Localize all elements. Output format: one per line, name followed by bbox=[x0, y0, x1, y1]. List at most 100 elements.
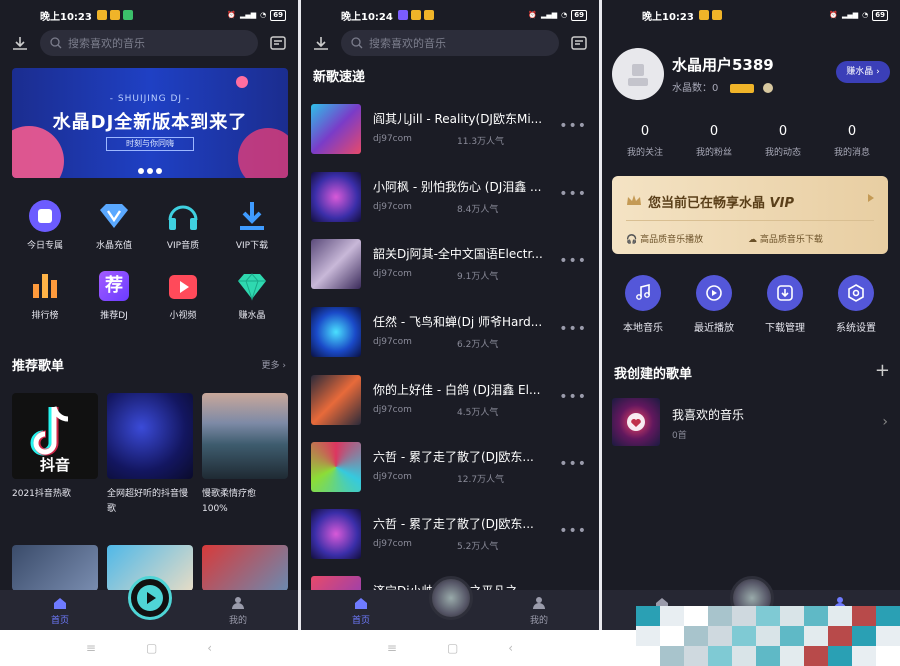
playlist-tile[interactable] bbox=[12, 545, 98, 591]
crown-icon bbox=[627, 195, 641, 205]
crystal-count: 水晶数：0 bbox=[672, 79, 773, 94]
stat-follow[interactable]: 0 我的关注 bbox=[610, 124, 680, 158]
avatar[interactable] bbox=[612, 48, 664, 100]
play-icon bbox=[137, 585, 163, 611]
add-playlist-icon[interactable]: + bbox=[875, 360, 890, 381]
nav-mine[interactable]: 我的 bbox=[519, 596, 559, 626]
song-item[interactable]: 韶关Dj阿其-全中文国语Electr... dj97com 9.1万人气 ••• bbox=[311, 239, 591, 291]
download-icon[interactable] bbox=[10, 34, 30, 54]
more-options-icon[interactable]: ••• bbox=[559, 321, 587, 337]
song-title: 六哲 - 累了走了散了(DJ欧东... bbox=[373, 450, 534, 464]
playlist-item[interactable]: 我喜欢的音乐 0首 › bbox=[612, 398, 892, 448]
song-title: 你的上好佳 - 白鸽 (DJ泪鑫 El... bbox=[373, 383, 541, 397]
playlist-tile[interactable]: 抖音 bbox=[12, 393, 98, 479]
song-item[interactable]: 六哲 - 累了走了散了(DJ欧东... dj97com 12.7万人气 ••• bbox=[311, 442, 591, 494]
feature-label: 今日专属 bbox=[26, 241, 63, 251]
search-input[interactable]: 搜索喜欢的音乐 bbox=[40, 30, 258, 56]
feature-earn-crystal[interactable]: 赚水晶 bbox=[219, 268, 285, 321]
stat-posts[interactable]: 0 我的动态 bbox=[748, 124, 818, 158]
mosaic-cell bbox=[660, 626, 684, 646]
now-playing-disc[interactable] bbox=[429, 576, 473, 620]
song-item[interactable]: 六哲 - 累了走了散了(DJ欧东... dj97com 5.2万人气 ••• bbox=[311, 509, 591, 561]
top-bar: 搜索喜欢的音乐 bbox=[0, 30, 298, 58]
play-arrow-icon bbox=[868, 194, 874, 202]
song-popularity: 8.4万人气 bbox=[457, 205, 499, 215]
chevron-right-icon: › bbox=[882, 414, 888, 430]
more-options-icon[interactable]: ••• bbox=[559, 186, 587, 202]
tool-settings[interactable]: 系统设置 bbox=[821, 275, 891, 334]
more-options-icon[interactable]: ••• bbox=[559, 253, 587, 269]
tool-download-manage[interactable]: 下载管理 bbox=[750, 275, 820, 334]
song-cover bbox=[311, 509, 361, 559]
playlist-tile[interactable] bbox=[107, 393, 193, 479]
more-options-icon[interactable]: ••• bbox=[559, 523, 587, 539]
feature-label: 赚水晶 bbox=[238, 311, 266, 321]
song-item[interactable]: 阎其儿Jill - Reality(DJ欧东Mi... dj97com 11.3… bbox=[311, 104, 591, 156]
more-link[interactable]: 更多 › bbox=[262, 358, 286, 371]
tool-recent-play[interactable]: 最近播放 bbox=[679, 275, 749, 334]
alarm-icon: ⏰ bbox=[829, 11, 838, 19]
song-item[interactable]: 小阿枫 - 别怕我伤心 (DJ泪鑫 ... dj97com 8.4万人气 ••• bbox=[311, 172, 591, 224]
song-cover bbox=[311, 239, 361, 289]
message-icon[interactable] bbox=[268, 34, 288, 54]
mosaic-cell bbox=[636, 646, 660, 666]
stat-fans[interactable]: 0 我的粉丝 bbox=[679, 124, 749, 158]
back-icon[interactable]: ‹ bbox=[207, 641, 212, 655]
feature-vip-quality[interactable]: VIP音质 bbox=[150, 198, 216, 251]
signal-icon: ▂▄▆ bbox=[540, 11, 558, 19]
user-icon bbox=[628, 64, 648, 86]
more-options-icon[interactable]: ••• bbox=[559, 456, 587, 472]
feature-label: VIP音质 bbox=[166, 241, 200, 251]
menu-icon[interactable]: ≡ bbox=[387, 641, 397, 655]
playlist-tile[interactable] bbox=[202, 545, 288, 591]
status-time: 晚上10:23 bbox=[40, 11, 92, 23]
wifi-icon: ◔ bbox=[862, 11, 869, 19]
nav-home[interactable]: 首页 bbox=[341, 596, 381, 626]
tool-local-music[interactable]: 本地音乐 bbox=[608, 275, 678, 334]
song-item[interactable]: 你的上好佳 - 白鸽 (DJ泪鑫 El... dj97com 4.5万人气 ••… bbox=[311, 375, 591, 427]
menu-icon[interactable]: ≡ bbox=[86, 641, 96, 655]
feature-short-video[interactable]: 小视频 bbox=[150, 268, 216, 321]
vip-card[interactable]: 您当前已在畅享水晶 VIP 🎧 高品质音乐播放 ☁ 高品质音乐下载 bbox=[612, 176, 888, 254]
mosaic-cell bbox=[732, 606, 756, 626]
more-options-icon[interactable]: ••• bbox=[559, 118, 587, 134]
notification-icon bbox=[96, 10, 107, 20]
user-icon bbox=[533, 597, 545, 609]
search-input[interactable]: 搜索喜欢的音乐 bbox=[341, 30, 559, 56]
song-item[interactable]: 任然 - 飞鸟和蝉(Dj 师爷Hard... dj97com 6.2万人气 ••… bbox=[311, 307, 591, 359]
nav-home[interactable]: 首页 bbox=[40, 596, 80, 626]
system-nav-bar: ≡ ▢ ‹ bbox=[301, 630, 599, 666]
song-popularity: 11.3万人气 bbox=[457, 137, 505, 147]
notification-icon bbox=[410, 10, 421, 20]
playlist-caption: 全网超好听的抖音慢歌 bbox=[107, 489, 189, 514]
feature-label: 水晶充值 bbox=[95, 241, 132, 251]
promo-banner[interactable]: - SHUIJING DJ - 水晶DJ全新版本到来了 时刻与你同嗨 bbox=[12, 68, 288, 178]
song-source: dj97com bbox=[373, 539, 412, 549]
feature-rank[interactable]: 排行榜 bbox=[12, 268, 78, 321]
feature-recommend-dj[interactable]: 荐 推荐DJ bbox=[81, 268, 147, 321]
feature-today[interactable]: 今日专属 bbox=[12, 198, 78, 251]
mosaic-cell bbox=[732, 626, 756, 646]
playlist-count: 0首 bbox=[672, 431, 687, 441]
earn-crystal-button[interactable]: 赚水晶 › bbox=[836, 61, 890, 83]
mosaic-cell bbox=[876, 626, 900, 646]
vip-feature: 🎧 高品质音乐播放 bbox=[626, 235, 704, 245]
back-icon[interactable]: ‹ bbox=[508, 641, 513, 655]
message-icon[interactable] bbox=[569, 34, 589, 54]
download-icon[interactable] bbox=[311, 34, 331, 54]
stat-messages[interactable]: 0 我的消息 bbox=[817, 124, 887, 158]
mosaic-cell bbox=[876, 646, 900, 666]
home-key-icon[interactable]: ▢ bbox=[146, 641, 157, 655]
play-button[interactable] bbox=[128, 576, 172, 620]
nav-mine[interactable]: 我的 bbox=[218, 596, 258, 626]
home-key-icon[interactable]: ▢ bbox=[447, 641, 458, 655]
feature-recharge[interactable]: 水晶充值 bbox=[81, 198, 147, 251]
more-options-icon[interactable]: ••• bbox=[559, 389, 587, 405]
wifi-icon: ◔ bbox=[260, 11, 267, 19]
top-bar: 搜索喜欢的音乐 bbox=[301, 30, 599, 58]
mosaic-cell bbox=[876, 606, 900, 626]
feature-vip-download[interactable]: VIP下载 bbox=[219, 198, 285, 251]
music-note-icon bbox=[625, 275, 661, 311]
playlist-tile[interactable] bbox=[202, 393, 288, 479]
status-bar: 晚上10:24 ⏰ ▂▄▆ ◔ 69 bbox=[301, 0, 599, 30]
